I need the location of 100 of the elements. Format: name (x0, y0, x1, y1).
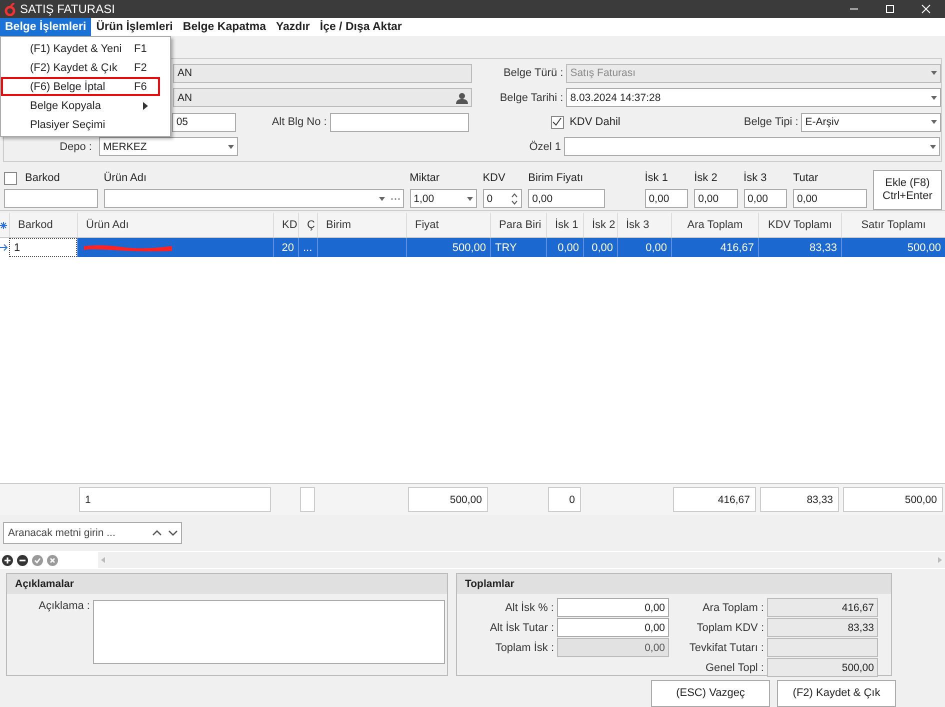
table-cell: 83,33 (758, 238, 841, 257)
table-cell: 1 (9, 238, 77, 257)
field-label: Alt İsk Tutar : (490, 622, 554, 634)
summary-cell (300, 487, 315, 512)
chevron-down-icon[interactable] (168, 529, 178, 537)
text-field[interactable]: AN (173, 64, 472, 83)
discount-field[interactable]: 0,00 (694, 189, 738, 208)
dropdown-caret-icon[interactable] (378, 196, 385, 200)
column-header[interactable]: Para Biri (490, 213, 546, 237)
menu-item[interactable]: (F2) Kaydet & Çık F2 (1, 58, 160, 77)
text-field[interactable] (330, 112, 469, 132)
cancel-icon[interactable] (47, 554, 58, 566)
table-cell: 0,00 (617, 238, 671, 257)
column-header[interactable]: Ara Toplam (671, 213, 758, 237)
field-label: KDV (482, 172, 506, 184)
checkbox-label: KDV Dahil (570, 116, 622, 128)
close-icon[interactable] (921, 4, 931, 14)
submenu-arrow-icon (143, 102, 148, 110)
summary-cell: 1 (79, 487, 271, 512)
number-field[interactable]: 0,00 (557, 598, 669, 617)
panel-title: Toplamlar (457, 574, 891, 594)
column-header[interactable]: Satır Toplamı (841, 213, 945, 237)
notes-field[interactable] (93, 600, 445, 664)
add-icon[interactable] (2, 554, 13, 566)
table-cell: 20 (273, 238, 298, 257)
field-label: Alt İsk % : (505, 602, 554, 614)
remove-icon[interactable] (17, 554, 28, 566)
text-field[interactable]: 05 (172, 112, 236, 132)
field-label: Alt Blg No : (272, 116, 327, 128)
panel-title: Açıklamalar (7, 574, 447, 594)
new-row-icon (0, 222, 7, 228)
table-cell: 500,00 (841, 238, 945, 257)
table-cell: ... (298, 238, 317, 257)
dropdown-caret-icon[interactable] (466, 196, 473, 200)
product-field[interactable] (104, 189, 404, 208)
field-label: Belge Tipi : (744, 116, 798, 128)
quantity-field[interactable]: 1,00 (410, 189, 477, 208)
action-button[interactable]: (F2) Kaydet & Çık (777, 680, 896, 707)
table-cell: TRY (490, 238, 546, 257)
discount-field[interactable]: 0,00 (644, 189, 688, 208)
field-label: Toplam KDV : (696, 622, 764, 634)
text-field[interactable]: AN (173, 88, 472, 108)
column-header[interactable]: İsk 2 (583, 213, 617, 237)
summary-cell: 500,00 (408, 487, 488, 512)
column-header[interactable]: Ç (298, 213, 317, 237)
summary-cell: 416,67 (673, 487, 756, 512)
dropdown-caret-icon[interactable] (931, 96, 937, 100)
search-field[interactable]: Aranacak metni girin ... (3, 522, 182, 544)
menu-item[interactable]: Plasiyer Seçimi (1, 115, 160, 134)
discount-field[interactable]: 0,00 (744, 189, 787, 208)
date-field[interactable]: 8.03.2024 14:37:28 (566, 88, 941, 108)
check-icon[interactable] (32, 554, 43, 566)
dropdown-caret-icon[interactable] (930, 120, 937, 124)
grid-row[interactable]: 1 20 ... 500,00 TRY 0,00 0,00 0,00 416,67 83,33 500,00 (0, 238, 945, 257)
menu-item[interactable]: (F1) Kaydet & Yeni F1 (1, 39, 160, 58)
chevron-up-icon[interactable] (152, 529, 162, 537)
summary-cell: 500,00 (843, 487, 943, 512)
window-title: SATIŞ FATURASI (20, 2, 115, 16)
summary-cell: 83,33 (760, 487, 839, 512)
app-logo-icon (4, 2, 16, 16)
column-header[interactable]: İsk 3 (617, 213, 671, 237)
person-icon[interactable] (456, 92, 468, 104)
column-header[interactable]: İsk 1 (546, 213, 583, 237)
table-cell: 416,67 (671, 238, 758, 257)
column-header[interactable]: Birim (317, 213, 406, 237)
dropdown-field[interactable] (564, 137, 940, 156)
menu-item[interactable]: Ürün İşlemleri (91, 18, 178, 36)
dropdown-field[interactable]: MERKEZ (99, 137, 238, 156)
field-label: Depo : (60, 140, 92, 153)
column-header[interactable]: KDV Toplamı (758, 213, 841, 237)
spin-field[interactable]: 0 (482, 189, 522, 208)
dropdown-caret-icon[interactable] (228, 144, 234, 149)
add-button[interactable]: Ekle (F8) Ctrl+Enter (872, 170, 942, 210)
menu-item[interactable]: İçe / Dışa Aktar (314, 18, 407, 36)
field-label: Belge Tarihi : (500, 92, 564, 104)
checkbox[interactable] (550, 116, 564, 129)
column-header[interactable]: Barkod (9, 213, 77, 237)
field-label: Özel 1 (529, 140, 561, 153)
field-label: Tutar (792, 172, 818, 184)
maximize-icon[interactable] (885, 4, 895, 14)
barcode-field[interactable] (4, 189, 98, 208)
spinner-icon[interactable] (511, 192, 518, 206)
number-field: 416,67 (767, 598, 878, 617)
menu-item[interactable]: Yazdır (270, 18, 315, 36)
menu-item[interactable]: Belge Kapatma (178, 18, 271, 36)
column-header[interactable]: KD (273, 213, 298, 237)
column-header[interactable]: Fiyat (406, 213, 490, 237)
menu-item[interactable]: Belge İşlemleri (0, 18, 92, 36)
dropdown-caret-icon[interactable] (930, 144, 936, 149)
number-field[interactable]: 0,00 (557, 618, 669, 637)
menu-item[interactable]: Belge Kopyala (1, 96, 160, 115)
price-field[interactable]: 0,00 (528, 189, 606, 208)
dropdown-field[interactable]: E-Arşiv (801, 112, 941, 132)
menu-item[interactable]: (F6) Belge İptal F6 (1, 77, 160, 96)
column-header[interactable]: Ürün Adı (77, 213, 273, 237)
checkbox[interactable] (4, 172, 17, 184)
field-label: Birim Fiyatı (528, 172, 584, 184)
action-button[interactable]: (ESC) Vazgeç (651, 680, 770, 707)
arrow-icon (0, 244, 8, 251)
amount-field[interactable]: 0,00 (792, 189, 867, 208)
